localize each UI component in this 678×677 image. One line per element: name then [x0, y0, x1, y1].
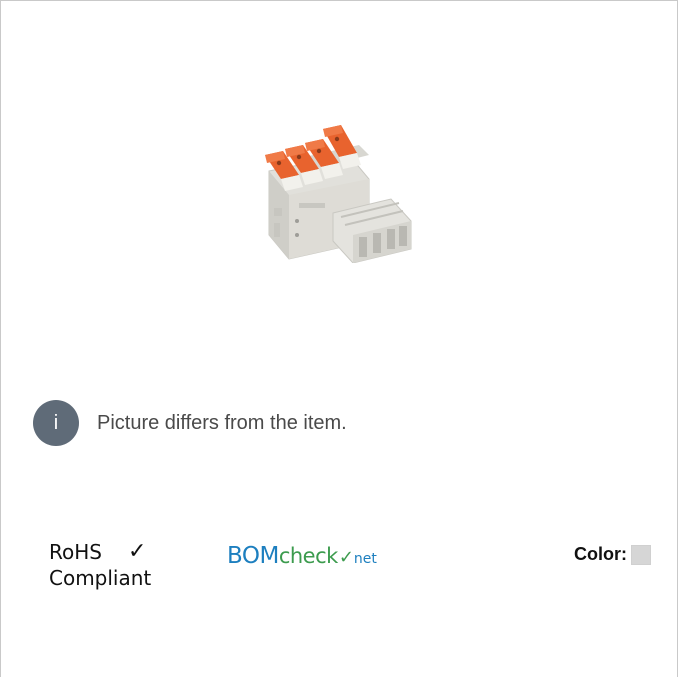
bomcheck-logo[interactable]: BOM check ✓ net [227, 543, 377, 569]
color-label: Color: [574, 544, 627, 564]
rohs-compliant-label: Compliant [49, 566, 152, 590]
product-image [265, 125, 412, 263]
info-icon-glyph: i [53, 411, 59, 434]
color-indicator: Color: [574, 544, 651, 565]
info-icon: i [33, 400, 79, 446]
bomcheck-check-text: check [278, 544, 338, 568]
bomcheck-net-text: net [353, 551, 377, 567]
rohs-label: RoHS [49, 540, 102, 564]
checkmark-icon: ✓ [127, 539, 147, 564]
rohs-compliant-badge: RoHS ✓ Compliant [49, 539, 189, 591]
product-panel: i Picture differs from the item. RoHS ✓ … [0, 0, 678, 677]
bomcheck-check-icon: ✓ [338, 547, 354, 568]
picture-notice-text: Picture differs from the item. [97, 411, 347, 434]
color-swatch [631, 544, 651, 565]
picture-notice: i Picture differs from the item. [33, 395, 347, 451]
bomcheck-bom-text: BOM [227, 543, 279, 569]
